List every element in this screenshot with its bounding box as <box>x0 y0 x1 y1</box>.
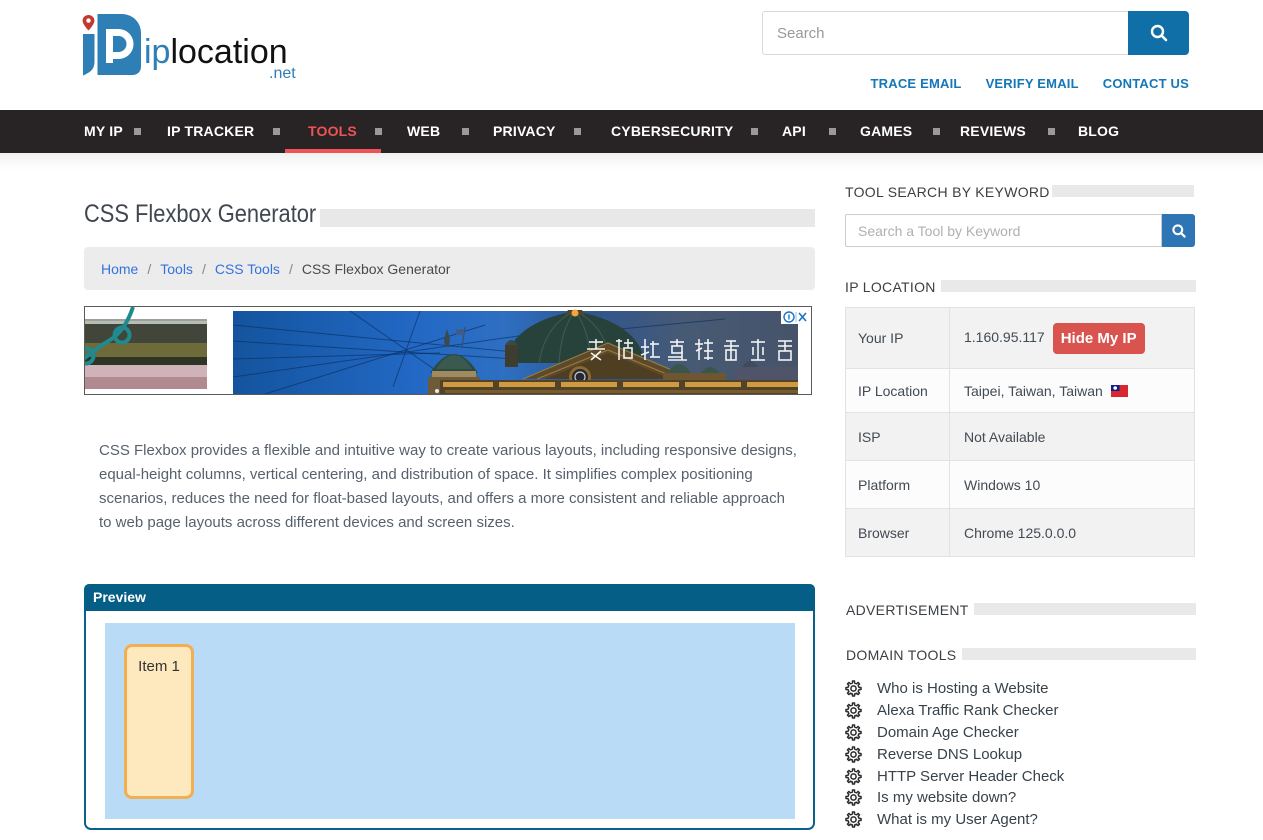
svg-text:iplocation: iplocation <box>144 33 288 71</box>
